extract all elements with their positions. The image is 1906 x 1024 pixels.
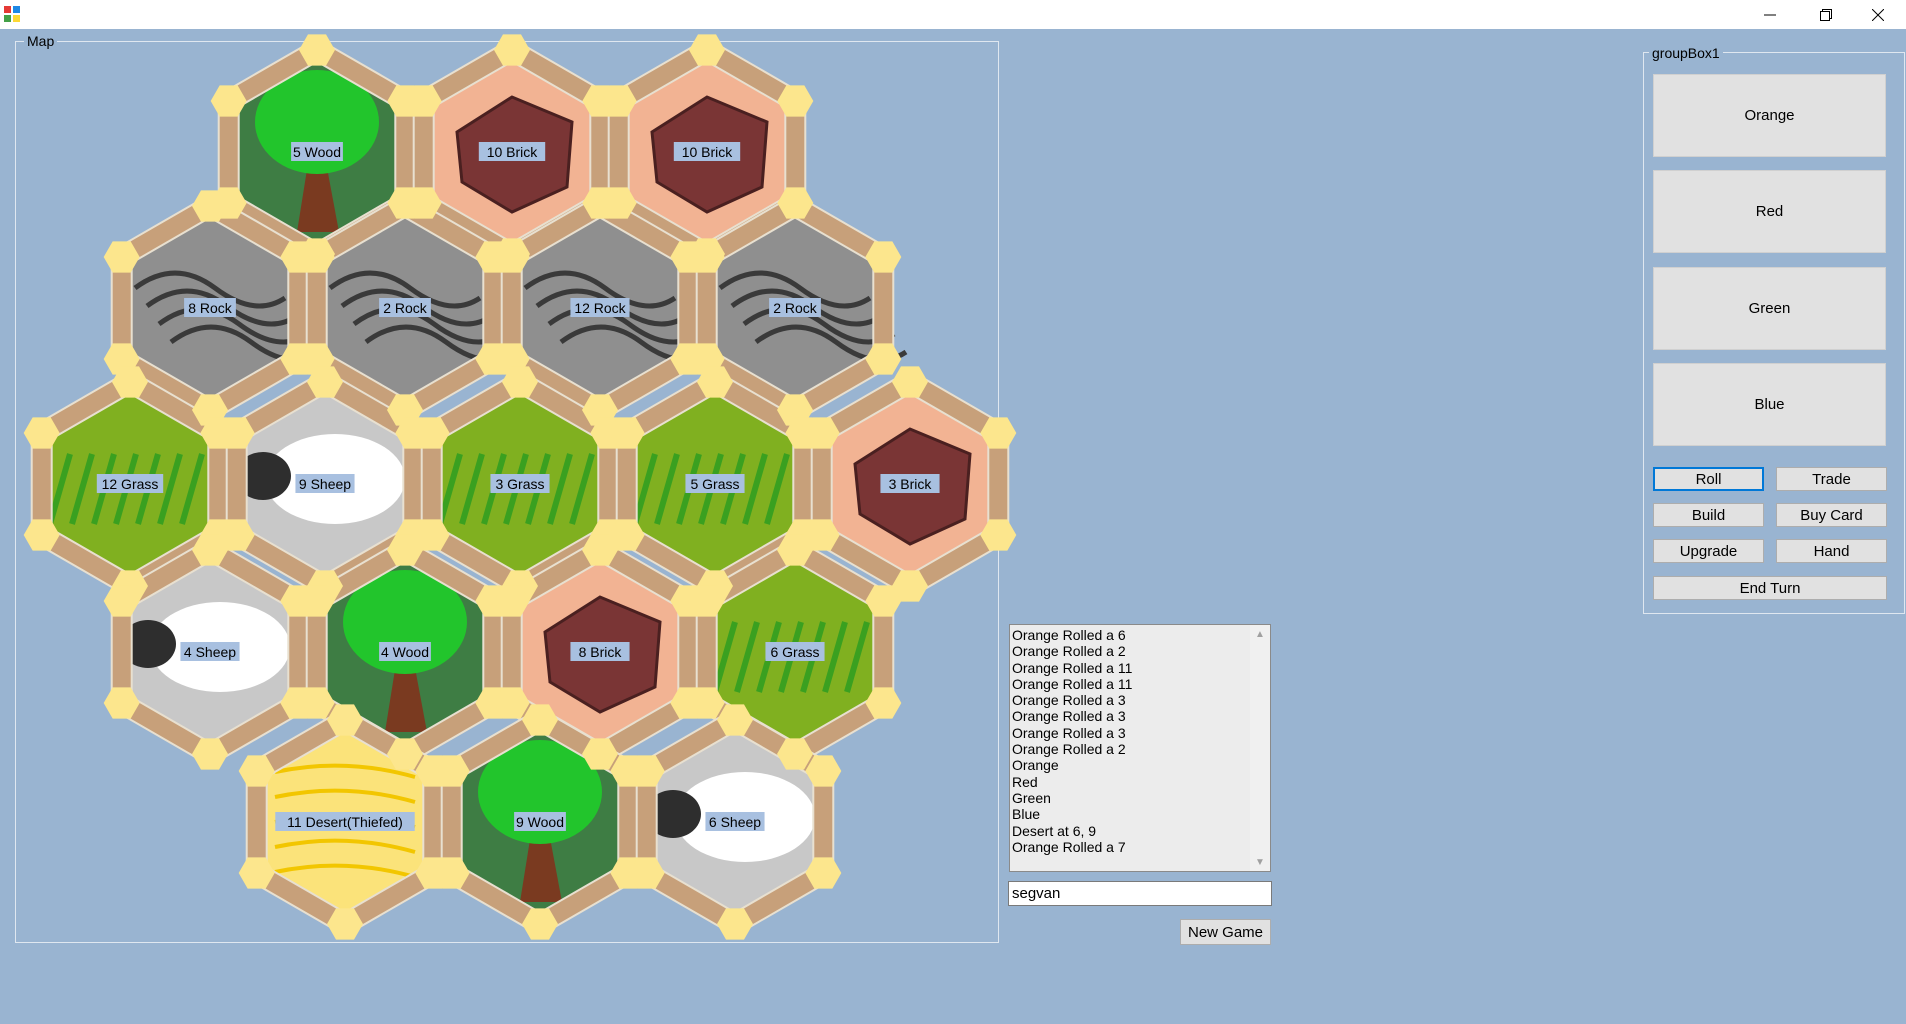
- roll-button[interactable]: Roll: [1653, 467, 1764, 491]
- road-slot[interactable]: [812, 777, 835, 868]
- log-entry[interactable]: Orange Rolled a 3: [1012, 708, 1250, 724]
- road-slot[interactable]: [695, 607, 718, 698]
- log-entry[interactable]: Orange Rolled a 6: [1012, 627, 1250, 643]
- road-slot[interactable]: [420, 439, 443, 530]
- road-slot[interactable]: [412, 107, 435, 198]
- road-slot[interactable]: [225, 439, 248, 530]
- player-button-green[interactable]: Green: [1653, 267, 1886, 350]
- tile-label: 6 Grass: [770, 644, 819, 660]
- road-slot[interactable]: [30, 439, 53, 530]
- road-slot[interactable]: [810, 439, 833, 530]
- player-button-red[interactable]: Red: [1653, 170, 1886, 253]
- road-slot[interactable]: [597, 439, 620, 530]
- road-slot[interactable]: [305, 607, 328, 698]
- road-slot[interactable]: [987, 439, 1010, 530]
- restore-button[interactable]: [1798, 0, 1854, 29]
- log-scrollbar[interactable]: ▲ ▼: [1250, 625, 1270, 871]
- log-entry[interactable]: Orange Rolled a 3: [1012, 725, 1250, 741]
- road-slot[interactable]: [784, 107, 807, 198]
- tile-label: 12 Rock: [574, 300, 626, 316]
- log-entry[interactable]: Orange: [1012, 757, 1250, 773]
- buy-card-button[interactable]: Buy Card: [1776, 503, 1887, 527]
- end-turn-button[interactable]: End Turn: [1653, 576, 1887, 600]
- road-slot[interactable]: [872, 263, 895, 354]
- player-name-input[interactable]: [1008, 881, 1272, 906]
- road-slot[interactable]: [872, 607, 895, 698]
- minimize-icon: [1764, 14, 1776, 15]
- log-entry[interactable]: Orange Rolled a 11: [1012, 660, 1250, 676]
- road-slot[interactable]: [500, 607, 523, 698]
- tile-label: 9 Sheep: [299, 476, 351, 492]
- player-button-blue[interactable]: Blue: [1653, 363, 1886, 446]
- road-slot[interactable]: [110, 263, 133, 354]
- tile-label: 10 Brick: [487, 144, 539, 160]
- app-icon: [4, 6, 20, 22]
- log-entry[interactable]: Orange Rolled a 11: [1012, 676, 1250, 692]
- road-slot[interactable]: [617, 777, 640, 868]
- road-slot[interactable]: [695, 263, 718, 354]
- road-slot[interactable]: [287, 607, 310, 698]
- log-entry[interactable]: Orange Rolled a 2: [1012, 741, 1250, 757]
- tile-label: 8 Rock: [188, 300, 233, 316]
- tile-label: 2 Rock: [383, 300, 428, 316]
- log-entry[interactable]: Orange Rolled a 3: [1012, 692, 1250, 708]
- tile-label: 4 Sheep: [184, 644, 236, 660]
- minimize-button[interactable]: [1742, 0, 1798, 29]
- road-slot[interactable]: [482, 263, 505, 354]
- road-slot[interactable]: [110, 607, 133, 698]
- log-entry[interactable]: Orange Rolled a 2: [1012, 643, 1250, 659]
- road-slot[interactable]: [245, 777, 268, 868]
- tile-label: 12 Grass: [102, 476, 159, 492]
- road-slot[interactable]: [589, 107, 612, 198]
- scroll-up-icon[interactable]: ▲: [1250, 625, 1270, 643]
- road-slot[interactable]: [394, 107, 417, 198]
- groupbox-legend: groupBox1: [1649, 45, 1723, 61]
- road-slot[interactable]: [615, 439, 638, 530]
- tile-label: 3 Grass: [495, 476, 544, 492]
- trade-button[interactable]: Trade: [1776, 467, 1887, 491]
- road-slot[interactable]: [607, 107, 630, 198]
- new-game-button[interactable]: New Game: [1180, 919, 1271, 945]
- road-slot[interactable]: [635, 777, 658, 868]
- build-button[interactable]: Build: [1653, 503, 1764, 527]
- tile-label: 5 Wood: [293, 144, 341, 160]
- road-slot[interactable]: [402, 439, 425, 530]
- road-slot[interactable]: [217, 107, 240, 198]
- log-entry[interactable]: Green: [1012, 790, 1250, 806]
- road-slot[interactable]: [422, 777, 445, 868]
- road-slot[interactable]: [677, 607, 700, 698]
- title-bar: [0, 0, 1906, 29]
- scroll-down-icon[interactable]: ▼: [1250, 853, 1270, 871]
- road-slot[interactable]: [500, 263, 523, 354]
- tile-label: 11 Desert(Thiefed): [287, 814, 403, 830]
- close-icon: [1872, 8, 1884, 21]
- road-slot[interactable]: [792, 439, 815, 530]
- tile-label: 3 Brick: [889, 476, 933, 492]
- tile-label: 9 Wood: [516, 814, 564, 830]
- road-slot[interactable]: [440, 777, 463, 868]
- tile-label: 2 Rock: [773, 300, 818, 316]
- tile-label: 6 Sheep: [709, 814, 761, 830]
- tile-label: 8 Brick: [579, 644, 623, 660]
- road-slot[interactable]: [677, 263, 700, 354]
- game-log-listbox[interactable]: Orange Rolled a 6 Orange Rolled a 2 Orange…: [1009, 624, 1271, 872]
- map-legend: Map: [24, 33, 58, 49]
- road-slot[interactable]: [287, 263, 310, 354]
- restore-icon: [1820, 8, 1832, 21]
- log-entry[interactable]: Orange Rolled a 7: [1012, 839, 1250, 855]
- road-slot[interactable]: [482, 607, 505, 698]
- log-entry[interactable]: Desert at 6, 9: [1012, 823, 1250, 839]
- game-log-list: Orange Rolled a 6 Orange Rolled a 2 Orange…: [1010, 625, 1250, 855]
- tile-label: 5 Grass: [690, 476, 739, 492]
- hand-button[interactable]: Hand: [1776, 539, 1887, 563]
- tile-label: 4 Wood: [381, 644, 429, 660]
- road-slot[interactable]: [305, 263, 328, 354]
- upgrade-button[interactable]: Upgrade: [1653, 539, 1764, 563]
- tile-label: 10 Brick: [682, 144, 734, 160]
- close-button[interactable]: [1850, 0, 1906, 29]
- road-slot[interactable]: [207, 439, 230, 530]
- player-button-orange[interactable]: Orange: [1653, 74, 1886, 157]
- log-entry[interactable]: Red: [1012, 774, 1250, 790]
- log-entry[interactable]: Blue: [1012, 806, 1250, 822]
